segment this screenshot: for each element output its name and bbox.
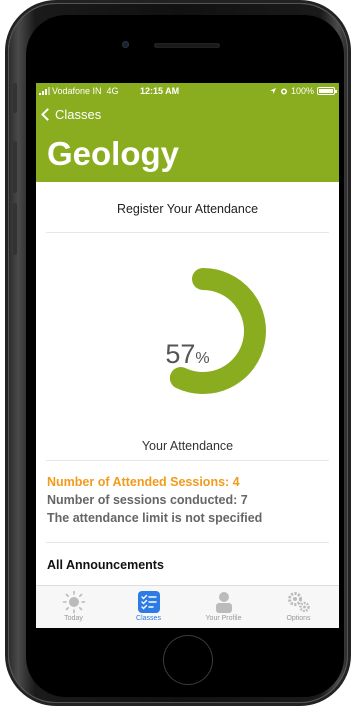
tab-classes[interactable]: Classes <box>111 588 186 622</box>
home-button[interactable] <box>163 635 213 685</box>
tab-today[interactable]: Today <box>36 588 111 622</box>
attended-sessions: Number of Attended Sessions: 4 <box>47 475 240 489</box>
status-bar: Vodafone IN 4G 12:15 AM 100% <box>36 83 339 100</box>
alarm-icon <box>280 88 287 95</box>
network-label: 4G <box>106 86 119 96</box>
battery-percent: 100% <box>290 86 314 96</box>
tab-label: Your Profile <box>205 615 242 622</box>
percent-symbol: % <box>195 350 210 367</box>
tab-label: Today <box>64 615 83 622</box>
chevron-left-icon <box>41 108 54 121</box>
app-screen: Vodafone IN 4G 12:15 AM 100% Classes Geo… <box>36 83 339 628</box>
divider <box>46 460 329 461</box>
back-button[interactable]: Classes <box>40 107 101 122</box>
divider <box>46 232 329 233</box>
signal-icon <box>39 87 50 95</box>
divider <box>46 542 329 543</box>
announcements-heading[interactable]: All Announcements <box>47 558 164 572</box>
back-label: Classes <box>55 107 102 122</box>
page-title: Geology <box>47 135 180 172</box>
attendance-limit-note: The attendance limit is not specified <box>47 511 263 525</box>
attendance-percent: 57% <box>36 339 339 370</box>
earpiece-speaker <box>154 43 220 48</box>
conducted-sessions: Number of sessions conducted: 7 <box>47 493 248 507</box>
tab-label: Classes <box>136 615 161 622</box>
attendance-caption: Your Attendance <box>141 439 234 453</box>
location-icon <box>269 88 276 94</box>
attendance-donut-chart <box>140 268 266 394</box>
header-banner: Geology <box>36 127 339 182</box>
volume-up-button <box>13 141 17 193</box>
percent-value: 57 <box>165 339 196 369</box>
checklist-icon <box>137 590 160 613</box>
mute-switch <box>13 83 17 113</box>
tab-label: Options <box>286 615 311 622</box>
attendance-stats: Number of Attended Sessions: 4 Number of… <box>47 473 262 527</box>
volume-down-button <box>13 203 17 255</box>
person-icon <box>215 591 232 613</box>
sun-icon <box>62 590 85 613</box>
tab-options[interactable]: Options <box>261 588 336 622</box>
battery-icon <box>317 87 337 95</box>
tab-bar: Today Classes Your Profile Options <box>36 585 339 628</box>
front-camera <box>122 41 129 48</box>
navigation-bar: Classes <box>36 100 339 127</box>
carrier-label: Vodafone IN <box>52 86 102 96</box>
tab-your-profile[interactable]: Your Profile <box>186 588 261 622</box>
register-attendance-button[interactable]: Register Your Attendance <box>36 202 339 216</box>
gears-icon <box>287 591 310 612</box>
status-time: 12:15 AM <box>140 86 180 96</box>
